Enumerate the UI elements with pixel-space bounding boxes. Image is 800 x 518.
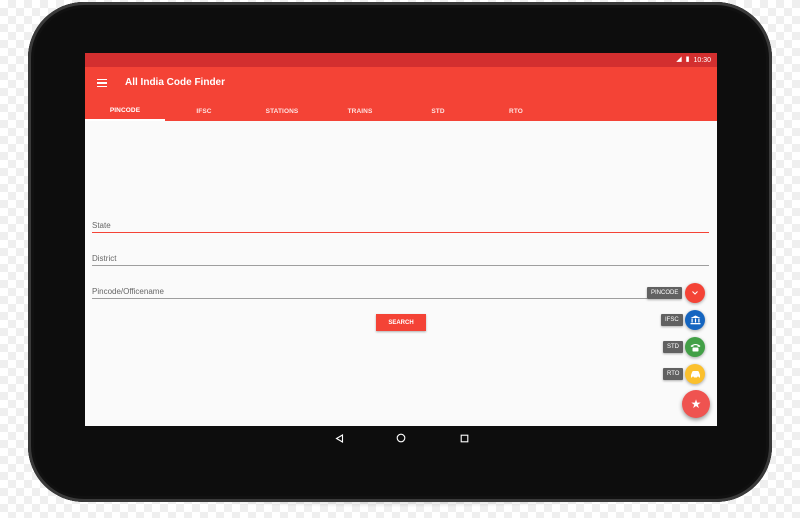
- home-nav-button[interactable]: [395, 432, 407, 444]
- tab-ifsc[interactable]: IFSC: [165, 101, 243, 121]
- phone-icon: [690, 343, 700, 351]
- tab-bar: PINCODE IFSC STATIONS TRAINS STD RTO: [85, 101, 717, 121]
- pincode-form: SEARCH PINCODE IFSC STD RTO: [85, 121, 717, 426]
- car-icon: [690, 370, 700, 378]
- fab-label-std[interactable]: STD: [663, 341, 683, 353]
- status-time: 10:30: [693, 56, 711, 64]
- recents-icon: [460, 434, 468, 442]
- star-icon: ★: [690, 397, 702, 411]
- menu-icon[interactable]: [97, 76, 111, 90]
- app-screen: ◢ ▮ 10:30 All India Code Finder PINCODE …: [85, 53, 717, 426]
- fab-rto[interactable]: [685, 364, 705, 384]
- battery-icon: ▮: [685, 56, 690, 63]
- pincode-input[interactable]: [92, 287, 647, 296]
- back-nav-button[interactable]: [333, 432, 345, 444]
- fab-main-star[interactable]: ★: [682, 390, 710, 418]
- recents-nav-button[interactable]: [458, 432, 470, 444]
- fab-ifsc[interactable]: [685, 310, 705, 330]
- bank-icon: [690, 315, 700, 325]
- status-bar: ◢ ▮ 10:30: [85, 53, 717, 67]
- tab-std[interactable]: STD: [399, 101, 477, 121]
- district-field[interactable]: [92, 248, 709, 266]
- system-nav-bar: [85, 426, 717, 450]
- signal-icon: ◢: [676, 56, 682, 63]
- state-input[interactable]: [92, 221, 709, 230]
- search-button[interactable]: SEARCH: [376, 314, 426, 331]
- fab-pincode[interactable]: [685, 283, 705, 303]
- tab-trains[interactable]: TRAINS: [321, 101, 399, 121]
- state-field[interactable]: [92, 215, 709, 233]
- back-icon: [334, 433, 343, 443]
- tab-rto[interactable]: RTO: [477, 101, 555, 121]
- tab-pincode[interactable]: PINCODE: [85, 101, 165, 121]
- chevron-down-icon: [692, 291, 698, 295]
- home-icon: [396, 433, 406, 443]
- pincode-field[interactable]: [92, 281, 647, 299]
- fab-label-ifsc[interactable]: IFSC: [661, 314, 683, 326]
- app-bar: All India Code Finder PINCODE IFSC STATI…: [85, 67, 717, 121]
- tab-stations[interactable]: STATIONS: [243, 101, 321, 121]
- app-title: All India Code Finder: [125, 77, 226, 88]
- district-input[interactable]: [92, 254, 709, 263]
- fab-std[interactable]: [685, 337, 705, 357]
- fab-label-pincode[interactable]: PINCODE: [647, 287, 683, 299]
- fab-label-rto[interactable]: RTO: [663, 368, 684, 380]
